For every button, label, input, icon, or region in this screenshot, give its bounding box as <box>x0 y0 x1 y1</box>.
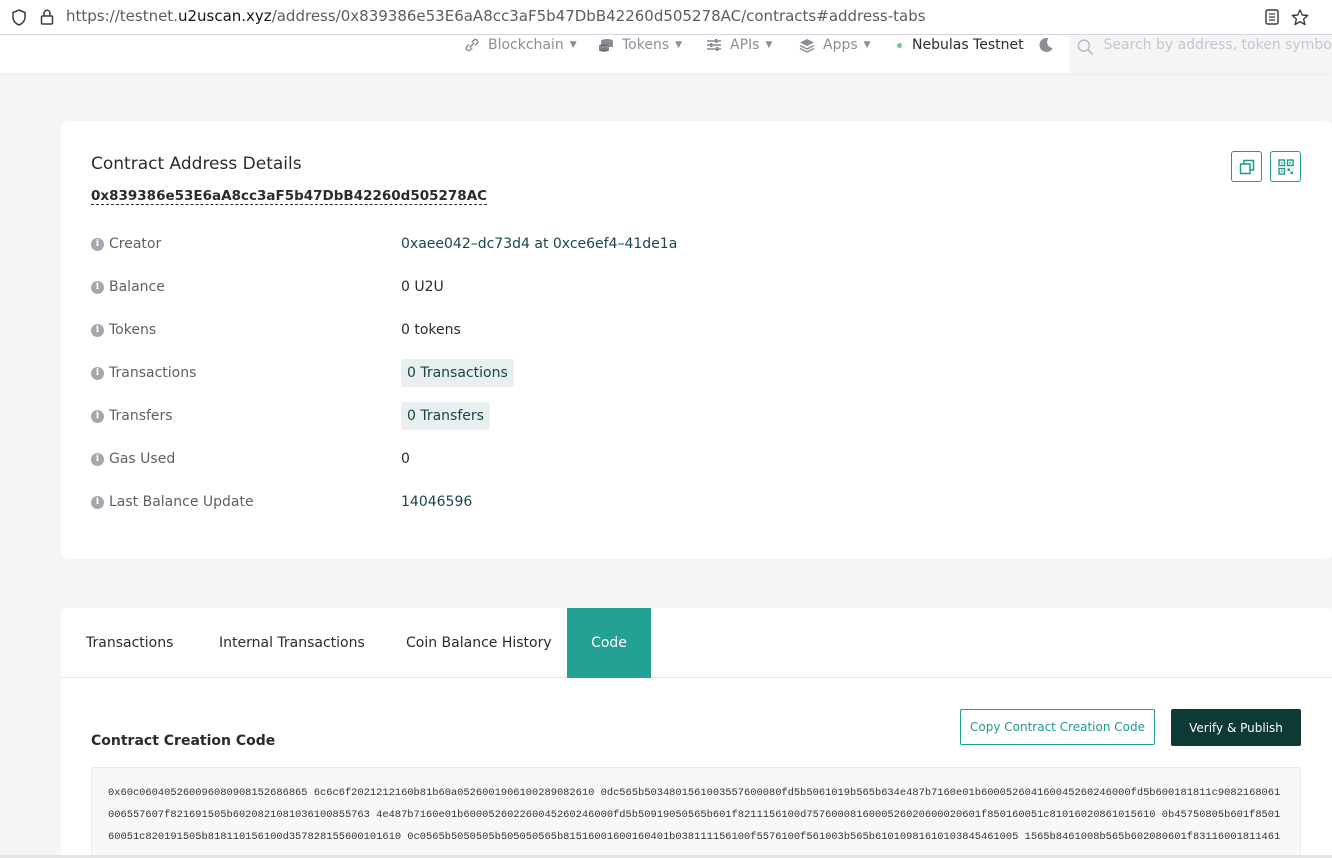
url-prefix: https://testnet. <box>66 7 178 25</box>
reader-view-icon[interactable] <box>1263 8 1281 26</box>
chevron-down-icon: ▼ <box>765 40 773 50</box>
search-icon <box>1077 39 1093 55</box>
apps-icon <box>799 38 815 53</box>
search-input[interactable]: Search by address, token symbol, n <box>1103 37 1332 53</box>
nav-tokens-label: Tokens <box>622 37 670 53</box>
info-icon[interactable]: i <box>91 323 104 337</box>
detail-row-transfers: i Transfers 0 Transfers <box>91 402 1291 430</box>
chevron-down-icon: ▼ <box>863 40 871 50</box>
tab-transactions[interactable]: Transactions <box>86 608 173 678</box>
lock-icon[interactable] <box>38 8 56 26</box>
browser-url-bar[interactable]: https://testnet.u2uscan.xyz/address/0x83… <box>0 0 1332 35</box>
contract-details-card: Contract Address Details 0x839386e53E6aA… <box>61 121 1332 559</box>
tokens-icon <box>599 39 613 52</box>
nav-blockchain-label: Blockchain <box>488 37 564 53</box>
detail-row-transactions: i Transactions 0 Transactions <box>91 359 1291 387</box>
detail-row-tokens: i Tokens 0 tokens <box>91 316 1291 344</box>
gas-used-value: 0 <box>401 451 410 467</box>
network-status-dot <box>897 42 902 48</box>
info-icon[interactable]: i <box>91 237 104 251</box>
nav-apps-label: Apps <box>823 37 858 53</box>
dark-mode-toggle[interactable] <box>1038 35 1062 55</box>
network-name: Nebulas Testnet <box>912 37 1024 53</box>
last-balance-update-link[interactable]: 14046596 <box>401 494 472 510</box>
detail-row-balance: i Balance 0 U2U <box>91 273 1291 301</box>
nav-blockchain[interactable]: Blockchain ▼ <box>464 35 577 55</box>
detail-row-creator: i Creator 0xaee042–dc73d4 at 0xce6ef4–41d… <box>91 230 1291 258</box>
nav-apis-label: APIs <box>730 37 760 53</box>
nav-tokens[interactable]: Tokens ▼ <box>598 35 682 55</box>
info-icon[interactable]: i <box>91 366 104 380</box>
info-icon[interactable]: i <box>91 409 104 423</box>
code-line: 0x60c060405260096080908152686865 6c6c6f2… <box>108 787 1281 799</box>
detail-label: Tokens <box>109 322 157 338</box>
creation-code-block[interactable]: 0x60c060405260096080908152686865 6c6c6f2… <box>91 767 1301 858</box>
detail-label: Last Balance Update <box>109 494 254 510</box>
tab-coin-balance-history[interactable]: Coin Balance History <box>406 608 552 678</box>
nav-apps[interactable]: Apps ▼ <box>799 35 871 55</box>
balance-value: 0 U2U <box>401 279 444 295</box>
network-selector[interactable]: Nebulas Testnet <box>897 35 1024 55</box>
moon-icon <box>1039 37 1053 52</box>
detail-label: Transactions <box>109 365 197 381</box>
detail-row-last-balance-update: i Last Balance Update 14046596 <box>91 488 1291 516</box>
copy-creation-code-button[interactable]: Copy Contract Creation Code <box>960 709 1155 745</box>
bookmark-star-icon[interactable] <box>1291 8 1309 26</box>
address-tabs-card: Transactions Internal Transactions Coin … <box>61 608 1332 858</box>
chevron-down-icon: ▼ <box>569 40 577 50</box>
info-icon[interactable]: i <box>91 452 104 466</box>
code-section-title: Contract Creation Code <box>91 733 276 749</box>
qr-code-button[interactable] <box>1270 151 1301 182</box>
tokens-value: 0 tokens <box>401 322 461 338</box>
verify-publish-button[interactable]: Verify & Publish <box>1171 709 1301 746</box>
detail-label: Balance <box>109 279 165 295</box>
tab-code[interactable]: Code <box>567 608 651 678</box>
transactions-count-pill[interactable]: 0 Transactions <box>401 359 514 387</box>
url-host: u2uscan.xyz <box>177 7 272 25</box>
detail-label: Transfers <box>109 408 173 424</box>
chevron-down-icon: ▼ <box>675 40 683 50</box>
copy-icon <box>1239 159 1254 174</box>
url-text[interactable]: https://testnet.u2uscan.xyz/address/0x83… <box>66 7 926 25</box>
creator-link[interactable]: 0xaee042–dc73d4 at 0xce6ef4–41de1a <box>401 236 677 252</box>
contract-address[interactable]: 0x839386e53E6aA8cc3aF5b47DbB42260d505278… <box>91 188 488 205</box>
transfers-count-pill[interactable]: 0 Transfers <box>401 402 490 430</box>
detail-label: Gas Used <box>109 451 176 467</box>
detail-row-gas-used: i Gas Used 0 <box>91 445 1291 473</box>
info-icon[interactable]: i <box>91 280 104 294</box>
copy-address-button[interactable] <box>1231 151 1262 182</box>
code-line: 60051c820191505b818110156100d35782815560… <box>108 831 1281 843</box>
nav-apis[interactable]: APIs ▼ <box>706 35 772 55</box>
page-title: Contract Address Details <box>91 154 302 174</box>
blockchain-icon <box>465 38 479 52</box>
tab-internal-transactions[interactable]: Internal Transactions <box>219 608 365 678</box>
apis-icon <box>707 39 721 51</box>
detail-label: Creator <box>109 236 162 252</box>
tab-bar: Transactions Internal Transactions Coin … <box>61 608 1332 678</box>
qr-code-icon <box>1277 158 1294 175</box>
info-icon[interactable]: i <box>91 495 104 509</box>
url-path: /address/0x839386e53E6aA8cc3aF5b47DbB422… <box>271 7 926 25</box>
code-line: 006557607f821691505b60208210810361008557… <box>108 809 1281 821</box>
search-bar[interactable]: Search by address, token symbol, n <box>1069 35 1332 73</box>
shield-icon[interactable] <box>10 8 28 26</box>
